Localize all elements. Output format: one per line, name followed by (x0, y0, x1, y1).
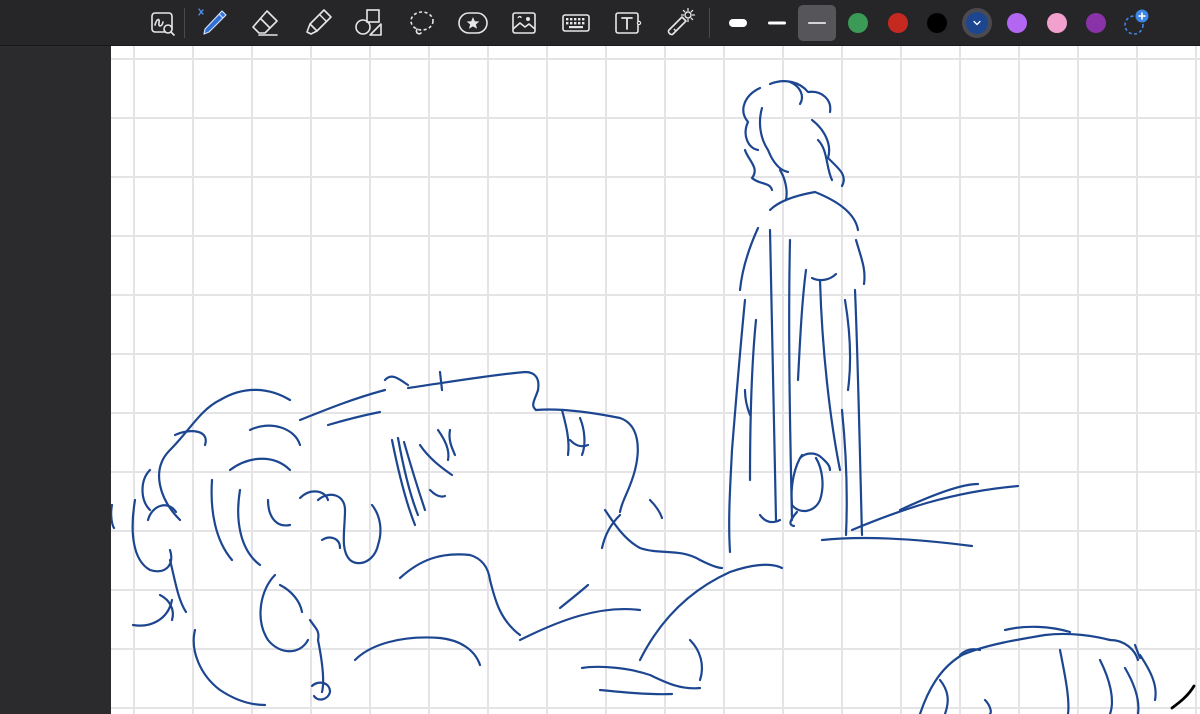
eraser-icon (252, 10, 278, 36)
laser-pointer-icon (667, 7, 696, 36)
thickness-medium-button[interactable] (757, 0, 797, 46)
zoom-window-icon (151, 12, 175, 36)
highlighter-icon (306, 9, 332, 35)
ink-sketch (111, 80, 1196, 714)
thickness-thin-button[interactable] (797, 0, 837, 46)
color-swatch-green[interactable] (848, 13, 868, 33)
text-box-tool-button[interactable] (607, 0, 647, 46)
color-swatch-pink[interactable] (1047, 13, 1067, 33)
color-swatch-red[interactable] (888, 13, 908, 33)
lasso-icon (410, 11, 434, 35)
toolbar-divider (184, 8, 185, 38)
text-box-icon (615, 12, 642, 34)
thick-stroke-icon (729, 19, 747, 27)
image-tool-button[interactable] (504, 0, 544, 46)
thin-stroke-icon (808, 22, 826, 24)
keyboard-icon (562, 14, 590, 32)
shapes-icon (355, 9, 382, 36)
image-icon (512, 12, 536, 34)
color-swatch-purple[interactable] (1086, 13, 1106, 33)
sticker-tool-button[interactable] (453, 0, 493, 46)
color-swatch-navy-blue[interactable] (966, 12, 988, 34)
add-color-button[interactable] (1115, 0, 1155, 46)
zoom-window-button[interactable] (143, 0, 183, 46)
shapes-tool-button[interactable] (349, 0, 389, 46)
toolbar-divider (709, 8, 710, 38)
thickness-thick-button[interactable] (718, 0, 758, 46)
chevron-down-icon (973, 20, 981, 26)
color-swatch-black[interactable] (927, 13, 947, 33)
laser-pointer-tool-button[interactable] (660, 0, 700, 46)
sidebar-margin (0, 46, 111, 714)
medium-stroke-icon (768, 21, 786, 25)
keyboard-tool-button[interactable] (556, 0, 596, 46)
sticker-icon (458, 12, 488, 34)
color-swatch-violet[interactable] (1007, 13, 1027, 33)
add-color-icon (1124, 9, 1149, 35)
notes-app (0, 0, 1200, 714)
pen-icon (198, 8, 227, 35)
eraser-tool-button[interactable] (245, 0, 285, 46)
toolbar (0, 0, 1200, 46)
highlighter-tool-button[interactable] (298, 0, 338, 46)
drawing-canvas[interactable] (111, 46, 1200, 714)
lasso-tool-button[interactable] (402, 0, 442, 46)
pen-tool-button[interactable] (193, 0, 233, 46)
